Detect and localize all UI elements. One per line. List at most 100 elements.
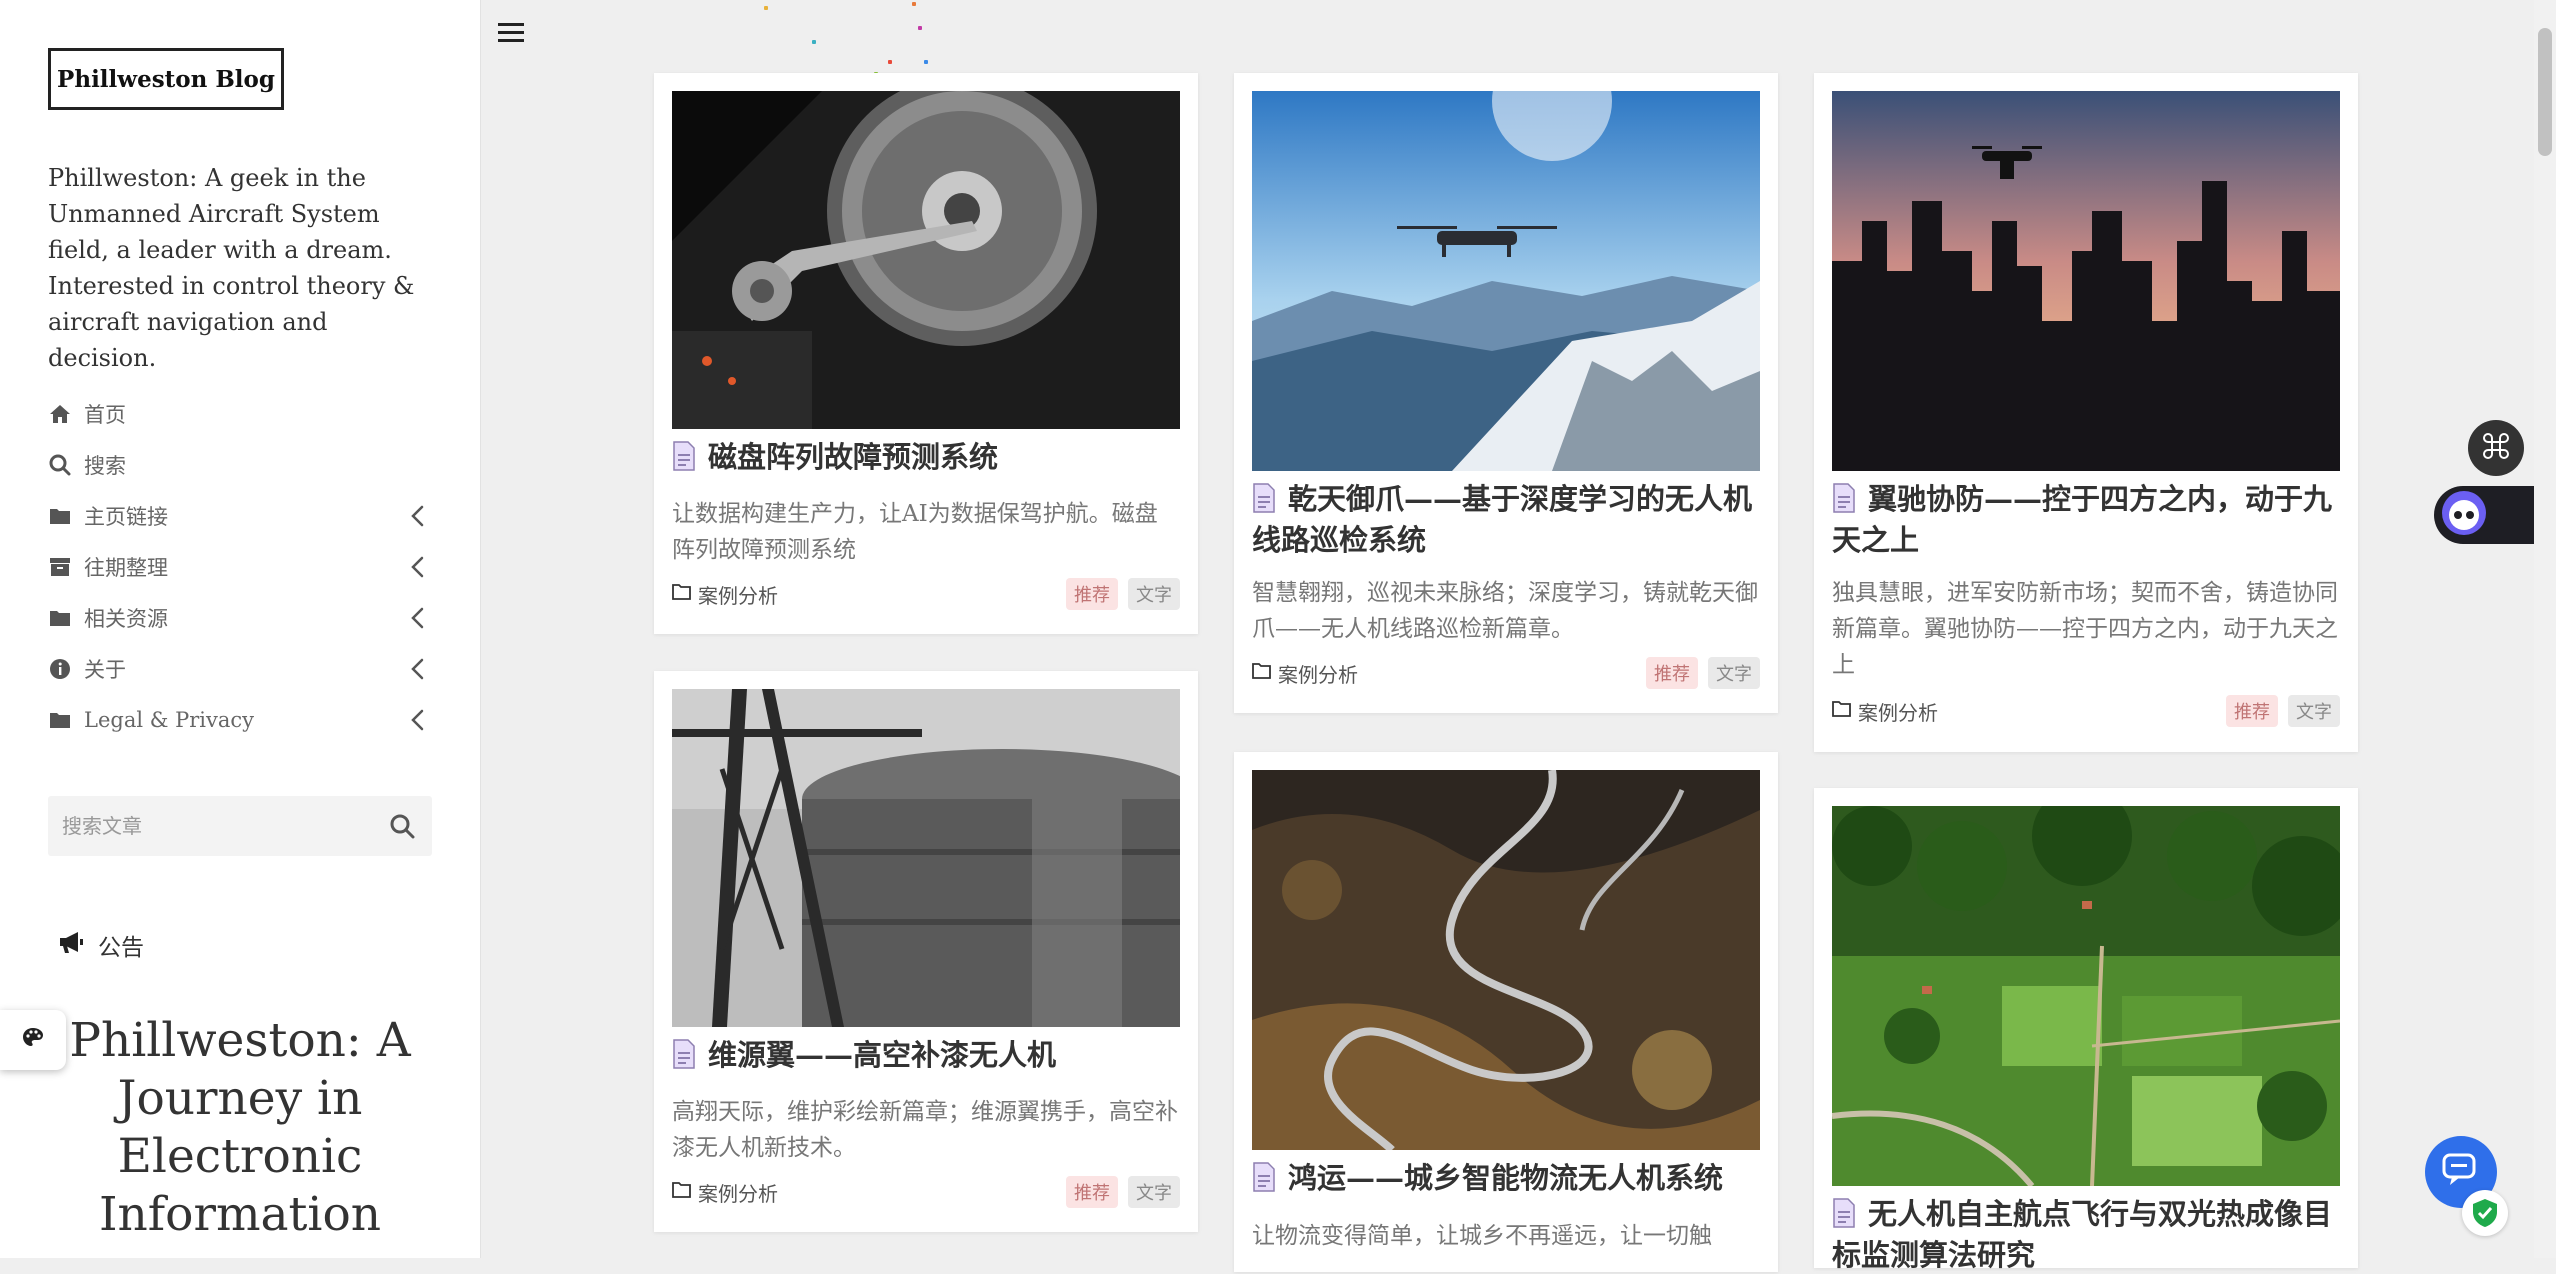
- post-thumbnail-tank[interactable]: [672, 689, 1180, 1027]
- post-tags: 推荐 文字: [2226, 695, 2340, 727]
- chevron-left-icon[interactable]: [408, 657, 428, 681]
- command-menu-button[interactable]: [2468, 420, 2524, 476]
- sidebar-item-label: 主页链接: [84, 504, 168, 529]
- sidebar-item-label: 关于: [84, 657, 126, 682]
- command-icon: [2483, 433, 2509, 463]
- post-title[interactable]: 维源翼——高空补漆无人机: [672, 1037, 1180, 1078]
- tag-text[interactable]: 文字: [1128, 1176, 1180, 1208]
- post-title[interactable]: 磁盘阵列故障预测系统: [672, 439, 1180, 480]
- folder-icon: [48, 606, 72, 630]
- page-scrollbar[interactable]: [2534, 0, 2556, 1258]
- post-meta: 案例分析 推荐 文字: [1832, 695, 2340, 727]
- post-title[interactable]: 鸿运——城乡智能物流无人机系统: [1252, 1160, 1760, 1201]
- sidebar-item-legal-privacy[interactable]: Legal & Privacy: [48, 694, 428, 745]
- scrollbar-thumb[interactable]: [2538, 28, 2552, 156]
- post-meta: 案例分析 推荐 文字: [672, 1176, 1180, 1208]
- chevron-left-icon[interactable]: [408, 708, 428, 732]
- chevron-left-icon[interactable]: [408, 504, 428, 528]
- sidebar-item-label: 相关资源: [84, 606, 168, 631]
- sidebar: Phillweston Blog Phillweston: A geek in …: [0, 0, 481, 1258]
- search-input[interactable]: [48, 795, 372, 857]
- notice-label: 公告: [98, 935, 144, 961]
- notice-header: 公告: [58, 928, 144, 962]
- folder-icon: [48, 504, 72, 528]
- tag-text[interactable]: 文字: [1128, 578, 1180, 610]
- sidebar-item-label: Legal & Privacy: [84, 707, 254, 732]
- info-icon: [48, 657, 72, 681]
- blog-description: Phillweston: A geek in the Unmanned Airc…: [48, 164, 415, 372]
- post-meta: 案例分析 推荐 文字: [672, 578, 1180, 610]
- post-thumbnail-hard-drive[interactable]: [672, 91, 1180, 429]
- post-category[interactable]: 案例分析: [672, 1178, 778, 1207]
- post-thumbnail-drone-city[interactable]: [1832, 91, 2340, 471]
- post-excerpt: 让数据构建生产力，让AI为数据保驾护航。磁盘阵列故障预测系统: [672, 501, 1158, 563]
- theme-palette-button[interactable]: [0, 1010, 66, 1070]
- chevron-left-icon[interactable]: [408, 555, 428, 579]
- tag-text[interactable]: 文字: [1708, 657, 1760, 689]
- post-card[interactable]: 磁盘阵列故障预测系统 让数据构建生产力，让AI为数据保驾护航。磁盘阵列故障预测系…: [654, 73, 1198, 634]
- post-thumbnail-farmland[interactable]: [1832, 806, 2340, 1186]
- tag-recommend[interactable]: 推荐: [1646, 657, 1698, 689]
- robot-avatar-icon: [2440, 489, 2488, 541]
- document-icon: [672, 441, 696, 480]
- post-card[interactable]: 鸿运——城乡智能物流无人机系统 让物流变得简单，让城乡不再遥远，让一切触: [1234, 752, 1778, 1272]
- tag-recommend[interactable]: 推荐: [1066, 578, 1118, 610]
- folder-open-icon: [672, 582, 692, 606]
- sidebar-item-home[interactable]: 首页: [48, 388, 428, 439]
- post-tags: 推荐 文字: [1646, 657, 1760, 689]
- sidebar-item-label: 首页: [84, 402, 126, 427]
- palette-icon: [21, 1026, 45, 1054]
- tag-recommend[interactable]: 推荐: [2226, 695, 2278, 727]
- chat-bubble-icon: [2442, 1153, 2480, 1191]
- sidebar-item-search[interactable]: 搜索: [48, 439, 428, 490]
- megaphone-icon: [58, 930, 84, 960]
- post-category[interactable]: 案例分析: [1832, 697, 1938, 726]
- document-icon: [1252, 1162, 1276, 1201]
- chevron-left-icon[interactable]: [408, 606, 428, 630]
- archive-icon: [48, 555, 72, 579]
- post-card[interactable]: 翼驰协防——控于四方之内，动于九天之上 独具慧眼，进军安防新市场；契而不舍，铸造…: [1814, 73, 2358, 752]
- document-icon: [1832, 1198, 1856, 1237]
- post-excerpt: 高翔天际，维护彩绘新篇章；维源翼携手，高空补漆无人机新技术。: [672, 1099, 1178, 1161]
- post-meta: 案例分析 推荐 文字: [1252, 657, 1760, 689]
- document-icon: [1832, 483, 1856, 522]
- folder-open-icon: [1252, 661, 1272, 685]
- post-category[interactable]: 案例分析: [672, 580, 778, 609]
- folder-open-icon: [672, 1180, 692, 1204]
- sidebar-item-label: 搜索: [84, 453, 126, 478]
- search-icon[interactable]: [372, 813, 432, 839]
- blog-title-link[interactable]: Phillweston Blog: [48, 48, 284, 110]
- post-thumbnail-drone-mountains[interactable]: [1252, 91, 1760, 471]
- post-tags: 推荐 文字: [1066, 1176, 1180, 1208]
- folder-open-icon: [1832, 699, 1852, 723]
- post-excerpt: 智慧翱翔，巡视未来脉络；深度学习，铸就乾天御爪——无人机线路巡检新篇章。: [1252, 580, 1758, 642]
- sidebar-item-label: 往期整理: [84, 555, 168, 580]
- sidebar-item-archives[interactable]: 往期整理: [48, 541, 428, 592]
- search-icon: [48, 453, 72, 477]
- tag-text[interactable]: 文字: [2288, 695, 2340, 727]
- hamburger-menu-icon[interactable]: [496, 18, 526, 48]
- post-category[interactable]: 案例分析: [1252, 659, 1358, 688]
- sidebar-item-resources[interactable]: 相关资源: [48, 592, 428, 643]
- post-title[interactable]: 无人机自主航点飞行与双光热成像目标监测算法研究: [1832, 1196, 2340, 1274]
- sidebar-nav: 首页 搜索 主页链接 往期整理 相关资源 关于 Legal & Privacy: [48, 388, 428, 745]
- post-card[interactable]: 乾天御爪——基于深度学习的无人机线路巡检系统 智慧翱翔，巡视未来脉络；深度学习，…: [1234, 73, 1778, 713]
- post-card[interactable]: 维源翼——高空补漆无人机 高翔天际，维护彩绘新篇章；维源翼携手，高空补漆无人机新…: [654, 671, 1198, 1232]
- sidebar-item-homepage-links[interactable]: 主页链接: [48, 490, 428, 541]
- notice-title: Phillweston: A Journey in Electronic Inf…: [69, 1013, 411, 1242]
- home-icon: [48, 402, 72, 426]
- post-excerpt: 独具慧眼，进军安防新市场；契而不舍，铸造协同新篇章。翼驰协防——控于四方之内，动…: [1832, 580, 2338, 678]
- document-icon: [1252, 483, 1276, 522]
- post-tags: 推荐 文字: [1066, 578, 1180, 610]
- post-title[interactable]: 乾天御爪——基于深度学习的无人机线路巡检系统: [1252, 481, 1760, 559]
- sidebar-item-about[interactable]: 关于: [48, 643, 428, 694]
- document-icon: [672, 1039, 696, 1078]
- post-excerpt: 让物流变得简单，让城乡不再遥远，让一切触: [1252, 1223, 1712, 1249]
- folder-icon: [48, 708, 72, 732]
- post-title[interactable]: 翼驰协防——控于四方之内，动于九天之上: [1832, 481, 2340, 559]
- post-thumbnail-winding-road[interactable]: [1252, 770, 1760, 1150]
- post-card[interactable]: 无人机自主航点飞行与双光热成像目标监测算法研究: [1814, 788, 2358, 1272]
- security-shield-icon: [2462, 1190, 2508, 1236]
- sidebar-search: [48, 795, 432, 857]
- tag-recommend[interactable]: 推荐: [1066, 1176, 1118, 1208]
